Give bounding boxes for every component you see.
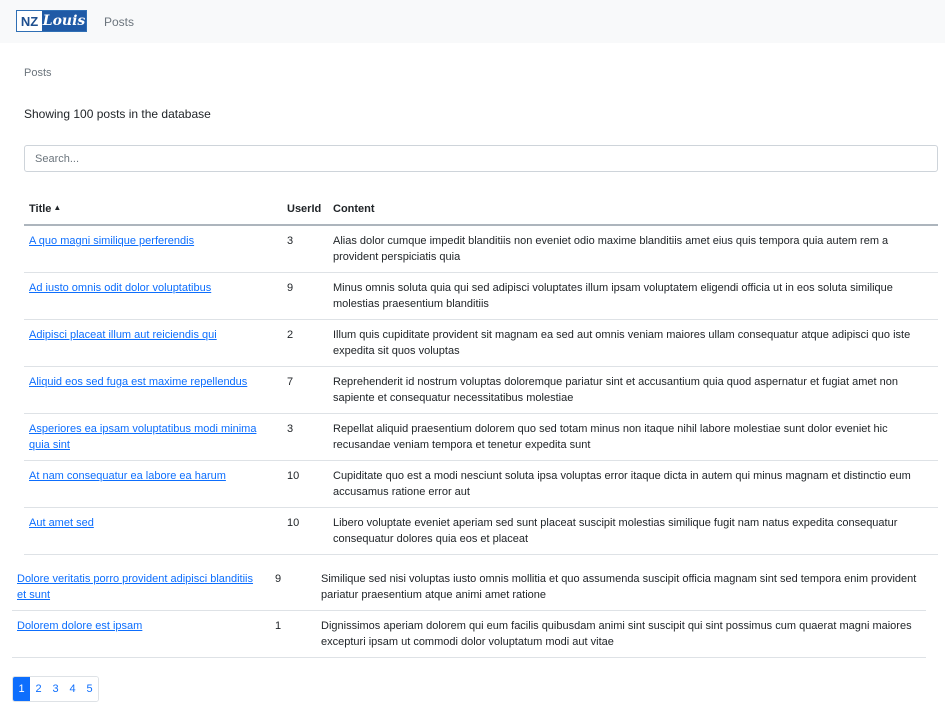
- cell-content: Reprehenderit id nostrum voluptas dolore…: [328, 366, 938, 414]
- column-header-content[interactable]: Content: [328, 196, 938, 226]
- cell-content: Dignissimos aperiam dolorem qui eum faci…: [316, 610, 926, 658]
- navbar: NZ Louis Posts: [0, 0, 945, 43]
- posts-table-continued: Dolore veritatis porro provident adipisc…: [12, 564, 926, 658]
- cell-userid: 9: [270, 564, 316, 611]
- cell-userid: 9: [282, 272, 328, 320]
- post-title-link[interactable]: Adipisci placeat illum aut reiciendis qu…: [29, 329, 217, 341]
- table-row: At nam consequatur ea labore ea harum 10 C…: [24, 460, 938, 508]
- post-title-link[interactable]: A quo magni similique perferendis: [29, 235, 194, 247]
- cell-title: Adipisci placeat illum aut reiciendis qu…: [24, 319, 282, 367]
- breadcrumb: Posts: [24, 67, 52, 79]
- post-title-link[interactable]: Aut amet sed: [29, 517, 94, 529]
- cell-title: Ad iusto omnis odit dolor voluptatibus: [24, 272, 282, 320]
- table-header-row: Title ▲ UserId Content: [24, 196, 938, 226]
- cell-title: Asperiores ea ipsam voluptatibus modi mi…: [24, 413, 282, 461]
- cell-title: Dolore veritatis porro provident adipisc…: [12, 564, 270, 611]
- post-title-link[interactable]: Ad iusto omnis odit dolor voluptatibus: [29, 282, 211, 294]
- page-button-3[interactable]: 3: [47, 677, 64, 701]
- page-button-4[interactable]: 4: [64, 677, 81, 701]
- table-row: A quo magni similique perferendis 3 Alias …: [24, 225, 938, 273]
- table-row: Dolore veritatis porro provident adipisc…: [12, 564, 926, 611]
- cell-userid: 3: [282, 225, 328, 273]
- post-title-link[interactable]: At nam consequatur ea labore ea harum: [29, 470, 226, 482]
- cell-title: Aliquid eos sed fuga est maxime repellen…: [24, 366, 282, 414]
- cell-userid: 10: [282, 460, 328, 508]
- cell-userid: 3: [282, 413, 328, 461]
- post-title-link[interactable]: Aliquid eos sed fuga est maxime repellen…: [29, 376, 247, 388]
- cell-content: Libero voluptate eveniet aperiam sed sun…: [328, 507, 938, 555]
- posts-summary: Showing 100 posts in the database: [24, 107, 211, 121]
- cell-userid: 7: [282, 366, 328, 414]
- table-row: Aut amet sed 10 Libero voluptate eveniet a…: [24, 507, 938, 555]
- brand-logo[interactable]: NZ Louis: [16, 10, 87, 32]
- sort-ascending-icon: ▲: [53, 203, 62, 212]
- cell-content: Illum quis cupiditate provident sit magn…: [328, 319, 938, 367]
- post-title-link[interactable]: Dolorem dolore est ipsam: [17, 620, 142, 632]
- table-row: Ad iusto omnis odit dolor voluptatibus 9 M…: [24, 272, 938, 320]
- table-row: Adipisci placeat illum aut reiciendis qu…: [24, 319, 938, 367]
- column-header-userid[interactable]: UserId: [282, 196, 328, 226]
- column-header-title-label: Title: [29, 203, 52, 215]
- column-header-title[interactable]: Title ▲: [24, 196, 282, 226]
- cell-userid: 2: [282, 319, 328, 367]
- table-row: Aliquid eos sed fuga est maxime repellen…: [24, 366, 938, 414]
- page-button-1[interactable]: 1: [13, 677, 30, 701]
- cell-content: Alias dolor cumque impedit blanditiis no…: [328, 225, 938, 273]
- brand-name: Louis: [42, 11, 86, 31]
- cell-content: Repellat aliquid praesentium dolorem quo…: [328, 413, 938, 461]
- page-button-2[interactable]: 2: [30, 677, 47, 701]
- cell-title: A quo magni similique perferendis: [24, 225, 282, 273]
- cell-userid: 10: [282, 507, 328, 555]
- cell-content: Similique sed nisi voluptas iusto omnis …: [316, 564, 926, 611]
- cell-title: Dolorem dolore est ipsam: [12, 610, 270, 658]
- table-row: Dolorem dolore est ipsam 1 Dignissimos ape…: [12, 610, 926, 658]
- cell-content: Minus omnis soluta quia qui sed adipisci…: [328, 272, 938, 320]
- cell-content: Cupiditate quo est a modi nesciunt solut…: [328, 460, 938, 508]
- pagination: 12345: [12, 676, 99, 702]
- post-title-link[interactable]: Dolore veritatis porro provident adipisc…: [17, 573, 253, 601]
- cell-title: Aut amet sed: [24, 507, 282, 555]
- cell-title: At nam consequatur ea labore ea harum: [24, 460, 282, 508]
- brand-nz: NZ: [20, 13, 39, 29]
- nav-link-posts[interactable]: Posts: [104, 15, 134, 29]
- post-title-link[interactable]: Asperiores ea ipsam voluptatibus modi mi…: [29, 423, 256, 451]
- cell-userid: 1: [270, 610, 316, 658]
- posts-table: Title ▲ UserId Content A quo magni simili…: [24, 196, 938, 555]
- search-input[interactable]: [24, 145, 938, 172]
- table-row: Asperiores ea ipsam voluptatibus modi mi…: [24, 413, 938, 461]
- page-button-5[interactable]: 5: [81, 677, 98, 701]
